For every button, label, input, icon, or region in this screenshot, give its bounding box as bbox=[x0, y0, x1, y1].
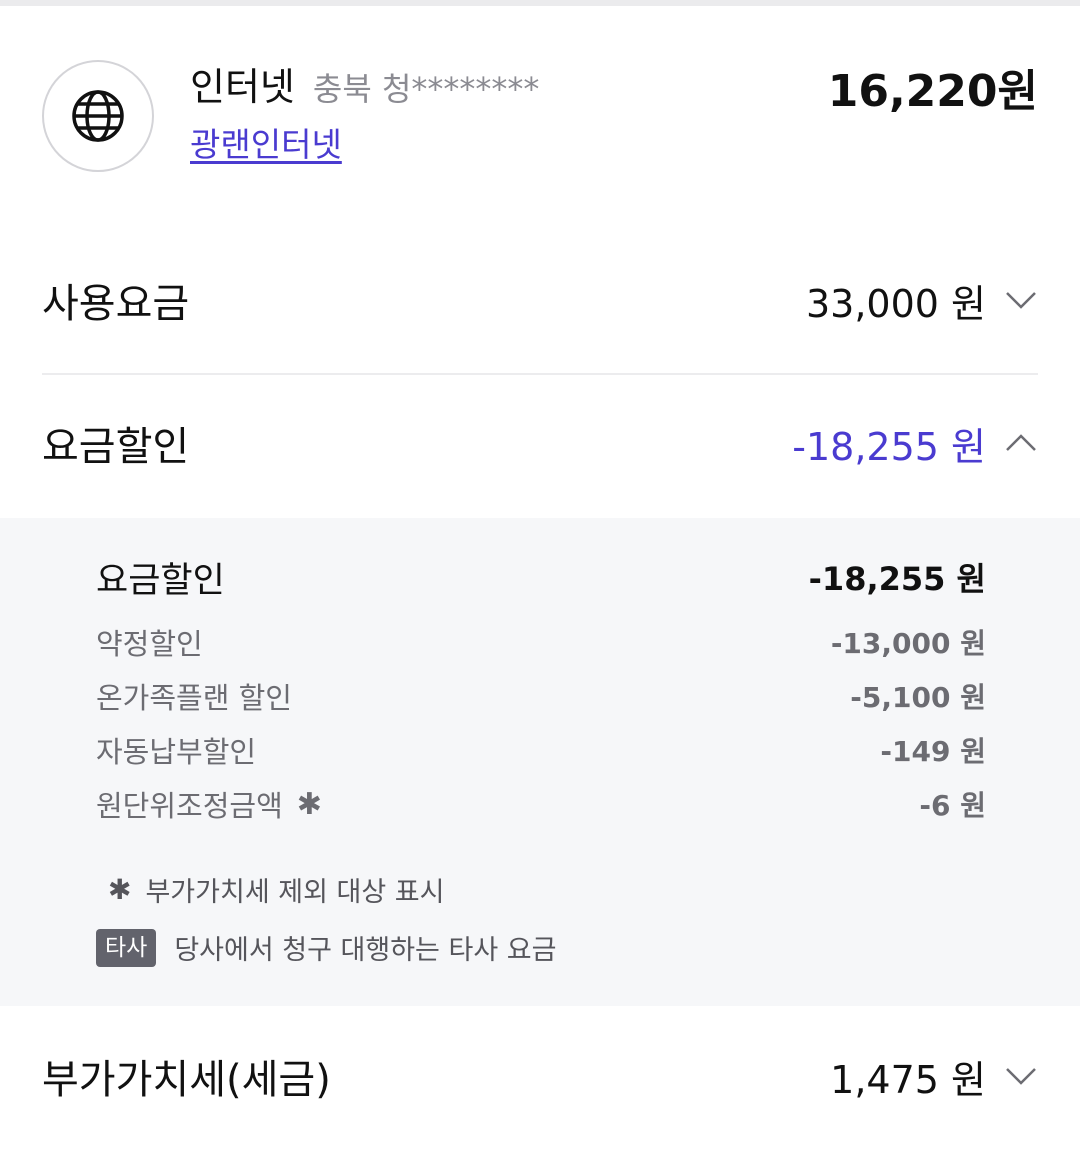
discount-item-label-text: 자동납부할인 bbox=[96, 735, 257, 769]
usage-fee-label: 사용요금 bbox=[42, 281, 190, 327]
third-party-badge: 타사 bbox=[96, 928, 157, 967]
discount-row[interactable]: 요금할인 -18,255 원 bbox=[42, 413, 1038, 473]
discount-item-label: 자동납부할인 bbox=[96, 729, 256, 771]
service-region: 충북 청******** bbox=[312, 70, 540, 108]
discount-item-label-text: 온가족플랜 할인 bbox=[96, 681, 292, 715]
service-title: 인터넷 충북 청******** bbox=[190, 64, 539, 112]
discount-detail-header: 요금할인 -18,255 원 bbox=[96, 556, 986, 601]
top-divider-bar bbox=[0, 0, 1080, 6]
discount-detail-title: 요금할인 bbox=[96, 560, 225, 601]
discount-item: 원단위조정금액 ✱ -6 원 bbox=[96, 784, 986, 824]
service-total-amount: 16,220원 bbox=[827, 66, 1038, 117]
vat-row[interactable]: 부가가치세(세금) 1,475 원 bbox=[42, 1046, 1038, 1106]
usage-fee-row[interactable]: 사용요금 33,000 원 bbox=[42, 270, 1038, 330]
discount-item: 온가족플랜 할인 -5,100 원 bbox=[96, 676, 986, 716]
service-name: 인터넷 bbox=[190, 65, 295, 109]
vat-exempt-marker: ✱ bbox=[296, 786, 322, 822]
discount-item: 자동납부할인 -149 원 bbox=[96, 730, 986, 770]
discount-value: -18,255 원 bbox=[792, 424, 986, 469]
discount-detail-total: -18,255 원 bbox=[808, 560, 986, 598]
usage-fee-value: 33,000 원 bbox=[805, 281, 986, 326]
discount-label: 요금할인 bbox=[42, 424, 190, 470]
discount-detail-panel: 요금할인 -18,255 원 약정할인 -13,000 원 온가족플랜 할인 -… bbox=[0, 518, 1080, 1006]
vat-exempt-note: ✱ 부가가치세 제외 대상 표시 bbox=[108, 870, 444, 909]
discount-item-label-text: 약정할인 bbox=[96, 627, 203, 661]
discount-item: 약정할인 -13,000 원 bbox=[96, 622, 986, 662]
discount-item-label: 원단위조정금액 ✱ bbox=[96, 783, 322, 825]
vat-exempt-note-text: 부가가치세 제외 대상 표시 bbox=[145, 877, 445, 908]
chevron-down-icon[interactable] bbox=[1004, 289, 1038, 311]
third-party-note-text: 당사에서 청구 대행하는 타사 요금 bbox=[174, 935, 557, 966]
discount-item-value: -13,000 원 bbox=[830, 627, 986, 660]
vat-label: 부가가치세(세금) bbox=[42, 1057, 331, 1103]
discount-item-value: -5,100 원 bbox=[850, 681, 986, 714]
vat-value: 1,475 원 bbox=[830, 1057, 986, 1102]
discount-item-value: -6 원 bbox=[919, 789, 986, 822]
globe-icon bbox=[42, 60, 154, 172]
discount-item-label: 약정할인 bbox=[96, 621, 203, 663]
third-party-note: 타사 당사에서 청구 대행하는 타사 요금 bbox=[96, 928, 556, 967]
section-divider bbox=[42, 373, 1038, 375]
asterisk-icon: ✱ bbox=[108, 873, 132, 906]
discount-item-value: -149 원 bbox=[880, 735, 986, 768]
chevron-down-icon[interactable] bbox=[1004, 1065, 1038, 1087]
discount-item-label-text: 원단위조정금액 bbox=[96, 789, 283, 823]
chevron-up-icon[interactable] bbox=[1004, 432, 1038, 454]
plan-link[interactable]: 광랜인터넷 bbox=[190, 124, 342, 166]
discount-item-label: 온가족플랜 할인 bbox=[96, 675, 292, 717]
